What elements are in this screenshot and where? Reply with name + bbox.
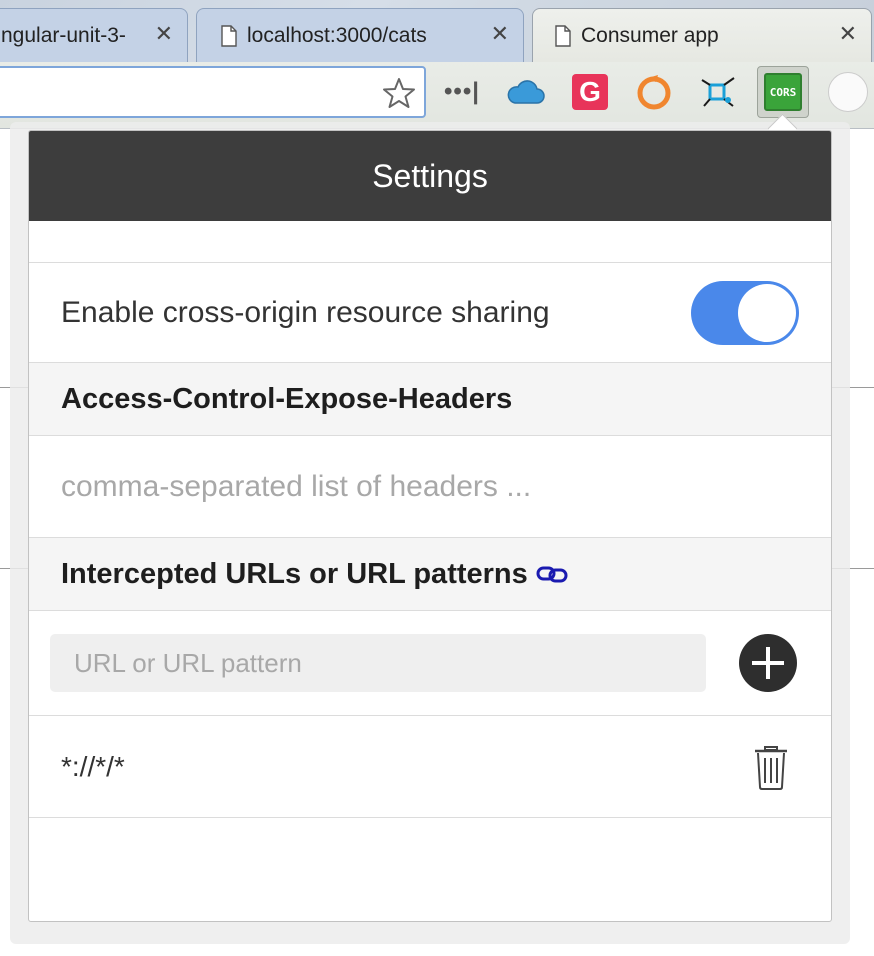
network-icon <box>701 77 735 107</box>
expose-headers-input[interactable] <box>61 469 799 504</box>
delete-trash-icon[interactable] <box>753 743 789 791</box>
popup-title: Settings <box>29 131 831 221</box>
address-bar[interactable] <box>0 66 426 118</box>
intercepted-urls-title: Intercepted URLs or URL patterns <box>61 557 528 590</box>
document-icon <box>555 24 571 47</box>
intercepted-urls-heading: Intercepted URLs or URL patterns <box>29 538 831 611</box>
document-icon <box>221 24 237 47</box>
cloud-extension-button[interactable] <box>504 70 548 114</box>
more-dots-icon: •••| <box>444 78 480 105</box>
tab-title: localhost:3000/cats <box>247 23 427 47</box>
cors-toggle-label: Enable cross-origin resource sharing <box>61 295 550 329</box>
tab-close-icon[interactable]: ✕ <box>839 23 857 45</box>
add-url-button[interactable] <box>739 634 797 692</box>
expose-headers-heading: Access-Control-Expose-Headers <box>29 363 831 436</box>
tab-close-icon[interactable]: ✕ <box>155 23 173 45</box>
overflow-menu-button[interactable]: •••| <box>440 70 484 114</box>
cors-icon: CORS <box>764 73 802 111</box>
page-extension-icon[interactable] <box>828 72 868 112</box>
link-icon[interactable] <box>536 564 568 584</box>
grammarly-icon: G <box>572 74 608 110</box>
url-pattern-input[interactable] <box>50 634 706 692</box>
expose-headers-row <box>29 436 831 538</box>
url-pattern-item: *://*/* <box>29 716 831 818</box>
spacer-row <box>29 221 831 263</box>
settings-popup: Settings Enable cross-origin resource sh… <box>28 130 832 922</box>
cors-extension-button[interactable]: CORS <box>757 66 809 118</box>
grammarly-extension-button[interactable]: G <box>568 70 612 114</box>
bookmark-star-icon[interactable] <box>382 76 416 110</box>
orange-extension-button[interactable] <box>632 70 676 114</box>
url-pattern-text: *://*/* <box>61 750 125 782</box>
tab-localhost-cats[interactable]: localhost:3000/cats ✕ <box>196 8 524 62</box>
plus-icon-vertical <box>766 647 770 679</box>
cors-toggle-switch[interactable] <box>691 280 799 345</box>
network-extension-button[interactable] <box>696 70 740 114</box>
browser-toolbar: •••| G CORS <box>0 62 874 129</box>
add-url-row <box>29 611 831 716</box>
cors-toggle-row: Enable cross-origin resource sharing <box>29 263 831 363</box>
tab-strip: ngular-unit-3- ✕ localhost:3000/cats ✕ C… <box>0 0 874 62</box>
tab-angular-unit[interactable]: ngular-unit-3- ✕ <box>0 8 188 62</box>
cloud-icon <box>507 80 545 104</box>
tab-consumer-app[interactable]: Consumer app ✕ <box>532 8 872 62</box>
tab-close-icon[interactable]: ✕ <box>491 23 509 45</box>
expose-headers-title: Access-Control-Expose-Headers <box>61 382 513 415</box>
tab-title: ngular-unit-3- <box>1 23 126 47</box>
tab-title: Consumer app <box>581 23 719 47</box>
toggle-knob <box>738 283 796 342</box>
orange-ring-icon <box>637 75 671 110</box>
